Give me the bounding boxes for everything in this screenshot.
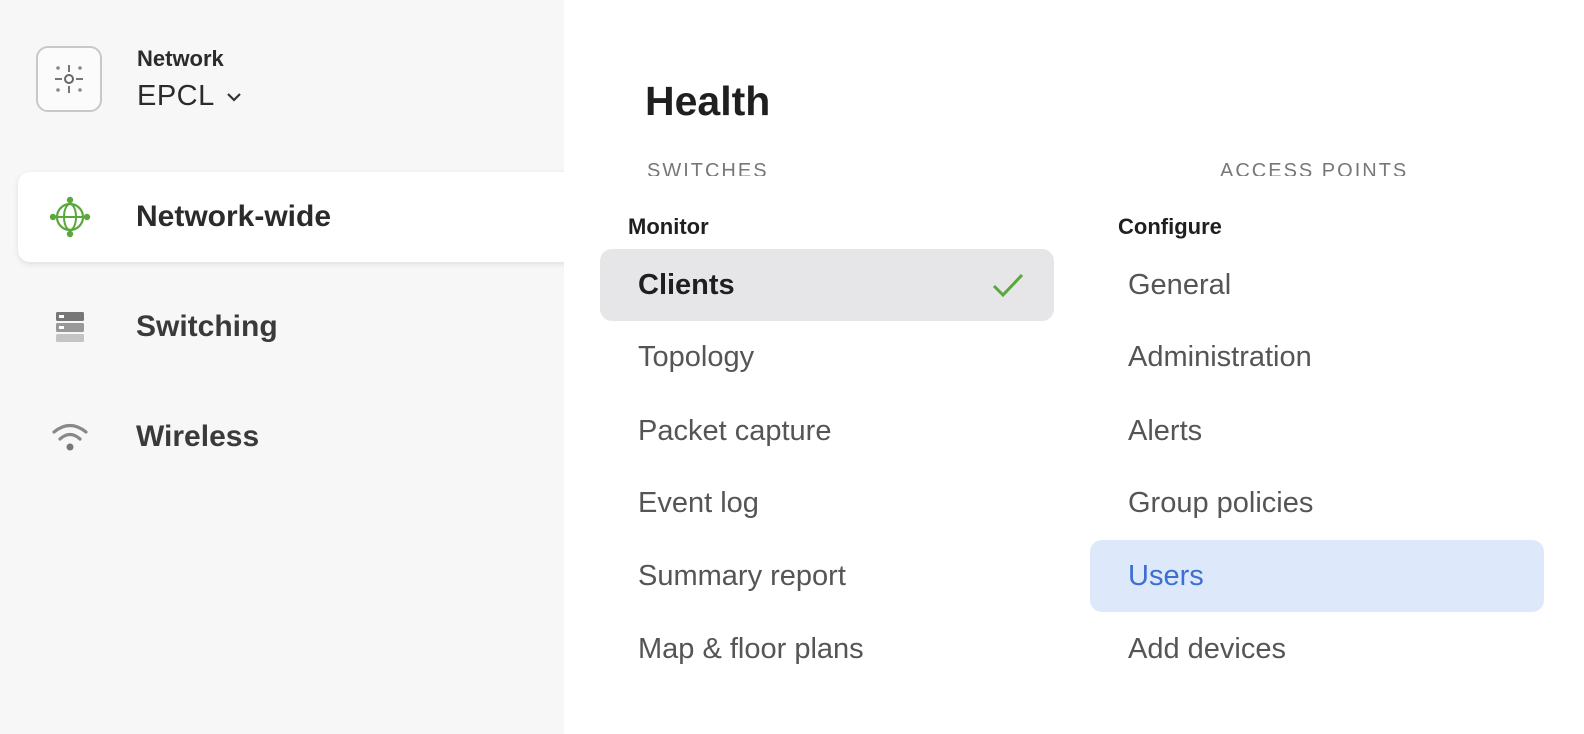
section-label-switches: SWITCHES xyxy=(647,158,847,176)
network-icon xyxy=(36,46,102,112)
sidebar-item-wireless[interactable]: Wireless xyxy=(18,392,618,482)
chevron-down-icon xyxy=(226,92,241,102)
menu-item-summary-report[interactable]: Summary report xyxy=(600,540,1054,612)
menu-item-label: Alerts xyxy=(1128,414,1203,447)
menu-item-label: Users xyxy=(1128,559,1204,592)
menu-item-label: Clients xyxy=(638,268,735,301)
app-root: Network EPCL Network-wide Switching Wire… xyxy=(0,0,1584,734)
configure-heading: Configure xyxy=(1118,214,1222,239)
menu-item-group-policies[interactable]: Group policies xyxy=(1090,467,1544,539)
menu-item-alerts[interactable]: Alerts xyxy=(1090,395,1544,467)
sidebar-item-label: Network-wide xyxy=(136,200,332,233)
menu-item-label: Map & floor plans xyxy=(638,632,864,665)
menu-item-add-devices[interactable]: Add devices xyxy=(1090,613,1544,685)
menu-item-event-log[interactable]: Event log xyxy=(600,467,1054,539)
sidebar-item-label: Wireless xyxy=(136,420,260,453)
network-label: Network xyxy=(137,46,224,71)
sidebar: Network EPCL Network-wide Switching Wire… xyxy=(0,0,618,734)
sidebar-item-label: Switching xyxy=(136,310,278,343)
menu-item-label: Summary report xyxy=(638,559,846,592)
section-label-text: SWITCHES xyxy=(647,160,769,176)
menu-item-administration[interactable]: Administration xyxy=(1090,321,1544,393)
network-name-text: EPCL xyxy=(137,80,215,112)
network-wide-flyout-menu: Monitor Configure Clients Topology Packe… xyxy=(590,196,1584,734)
sidebar-item-network-wide[interactable]: Network-wide xyxy=(18,172,618,262)
menu-item-label: Packet capture xyxy=(638,414,832,447)
menu-item-clients[interactable]: Clients xyxy=(600,249,1054,321)
server-stack-icon xyxy=(48,305,92,349)
menu-item-general[interactable]: General xyxy=(1090,249,1544,321)
sidebar-item-switching[interactable]: Switching xyxy=(18,282,618,372)
menu-item-map-floor-plans[interactable]: Map & floor plans xyxy=(600,613,1054,685)
menu-item-label: Event log xyxy=(638,486,759,519)
section-label-text: ACCESS POINTS xyxy=(1220,160,1409,176)
globe-icon xyxy=(48,195,92,239)
network-name[interactable]: EPCL xyxy=(137,80,243,113)
menu-item-label: Add devices xyxy=(1128,632,1286,665)
menu-item-topology[interactable]: Topology xyxy=(600,321,1054,393)
monitor-heading: Monitor xyxy=(628,214,709,239)
menu-item-label: Administration xyxy=(1128,340,1312,373)
menu-item-label: General xyxy=(1128,268,1232,301)
menu-item-label: Topology xyxy=(638,340,755,373)
check-icon xyxy=(992,273,1024,298)
network-switcher[interactable]: Network EPCL xyxy=(36,44,336,124)
menu-item-packet-capture[interactable]: Packet capture xyxy=(600,395,1054,467)
wifi-icon xyxy=(48,415,92,459)
menu-item-users[interactable]: Users xyxy=(1090,540,1544,612)
section-label-access-points: ACCESS POINTS xyxy=(1220,158,1480,176)
menu-item-label: Group policies xyxy=(1128,486,1314,519)
page-title: Health xyxy=(645,78,771,124)
